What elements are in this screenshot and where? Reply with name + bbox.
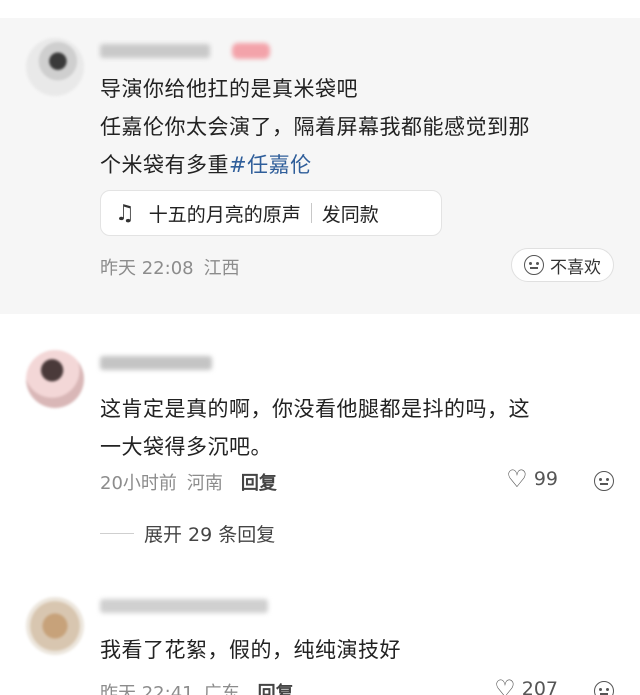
comment-location: 江西 bbox=[203, 258, 240, 279]
avatar[interactable] bbox=[26, 38, 84, 96]
heart-icon: ♡ bbox=[494, 675, 516, 695]
username-blurred[interactable] bbox=[100, 44, 210, 58]
dislike-label: 不喜欢 bbox=[550, 257, 601, 278]
expand-replies-button[interactable]: 展开 29 条回复 bbox=[100, 520, 275, 547]
comment-location: 河南 bbox=[186, 473, 223, 494]
comment-location: 广东 bbox=[203, 683, 240, 695]
comment-text-line: 个米袋有多重 bbox=[100, 153, 229, 177]
divider bbox=[310, 203, 312, 223]
hashtag-link[interactable]: #任嘉伦 bbox=[229, 153, 312, 177]
comment-text: 我看了花絮，假的，纯纯演技好 bbox=[100, 631, 610, 669]
comment-text-line: 导演你给他扛的是真米袋吧 bbox=[100, 77, 358, 101]
comment-text-line: 我看了花絮，假的，纯纯演技好 bbox=[100, 638, 401, 662]
reply-button[interactable]: 回复 bbox=[241, 469, 277, 495]
music-note-icon: ♫ bbox=[115, 200, 135, 226]
username-blurred[interactable] bbox=[100, 356, 212, 370]
comment-text-line: 任嘉伦你太会演了，隔着屏幕我都能感觉到那 bbox=[100, 115, 530, 139]
comment-text-line: 一大袋得多沉吧。 bbox=[100, 435, 272, 459]
like-count: 99 bbox=[533, 468, 558, 490]
like-count: 207 bbox=[521, 678, 558, 695]
comment-text: 导演你给他扛的是真米袋吧 任嘉伦你太会演了，隔着屏幕我都能感觉到那 个米袋有多重… bbox=[100, 70, 610, 184]
user-badge-blurred bbox=[232, 43, 270, 59]
comment-text: 这肯定是真的啊，你没看他腿都是抖的吗，这 一大袋得多沉吧。 bbox=[100, 390, 610, 466]
dislike-face-icon[interactable] bbox=[594, 471, 614, 491]
expand-replies-label: 展开 29 条回复 bbox=[144, 524, 276, 546]
use-same-music-button[interactable]: 发同款 bbox=[322, 200, 379, 227]
heart-icon: ♡ bbox=[506, 465, 528, 493]
comment-meta: 昨天 22:41 广东 回复 bbox=[100, 679, 294, 695]
dislike-face-icon[interactable] bbox=[594, 681, 614, 695]
comment-time: 20小时前 bbox=[100, 473, 177, 494]
avatar[interactable] bbox=[26, 350, 84, 408]
comment-meta: 昨天 22:08 江西 bbox=[100, 254, 240, 280]
neutral-face-icon bbox=[524, 255, 544, 275]
dislike-button[interactable]: 不喜欢 bbox=[511, 248, 614, 282]
username-blurred[interactable] bbox=[100, 599, 268, 613]
divider bbox=[100, 533, 134, 534]
like-button[interactable]: ♡ 99 bbox=[506, 467, 558, 491]
comment-time: 昨天 22:41 bbox=[100, 683, 194, 695]
comment-item: 这肯定是真的啊，你没看他腿都是抖的吗，这 一大袋得多沉吧。 20小时前 河南 回… bbox=[0, 330, 640, 560]
like-button[interactable]: ♡ 207 bbox=[494, 677, 558, 695]
avatar[interactable] bbox=[26, 597, 84, 655]
reply-button[interactable]: 回复 bbox=[258, 679, 294, 695]
comment-text-line: 这肯定是真的啊，你没看他腿都是抖的吗，这 bbox=[100, 397, 530, 421]
music-chip[interactable]: ♫ 十五的月亮的原声 发同款 bbox=[100, 190, 442, 236]
comment-meta: 20小时前 河南 回复 bbox=[100, 469, 277, 495]
music-title: 十五的月亮的原声 bbox=[148, 203, 301, 226]
comment-item: 我看了花絮，假的，纯纯演技好 昨天 22:41 广东 回复 ♡ 207 bbox=[0, 585, 640, 695]
comment-time: 昨天 22:08 bbox=[100, 258, 194, 279]
comment-item: 导演你给他扛的是真米袋吧 任嘉伦你太会演了，隔着屏幕我都能感觉到那 个米袋有多重… bbox=[0, 18, 640, 314]
